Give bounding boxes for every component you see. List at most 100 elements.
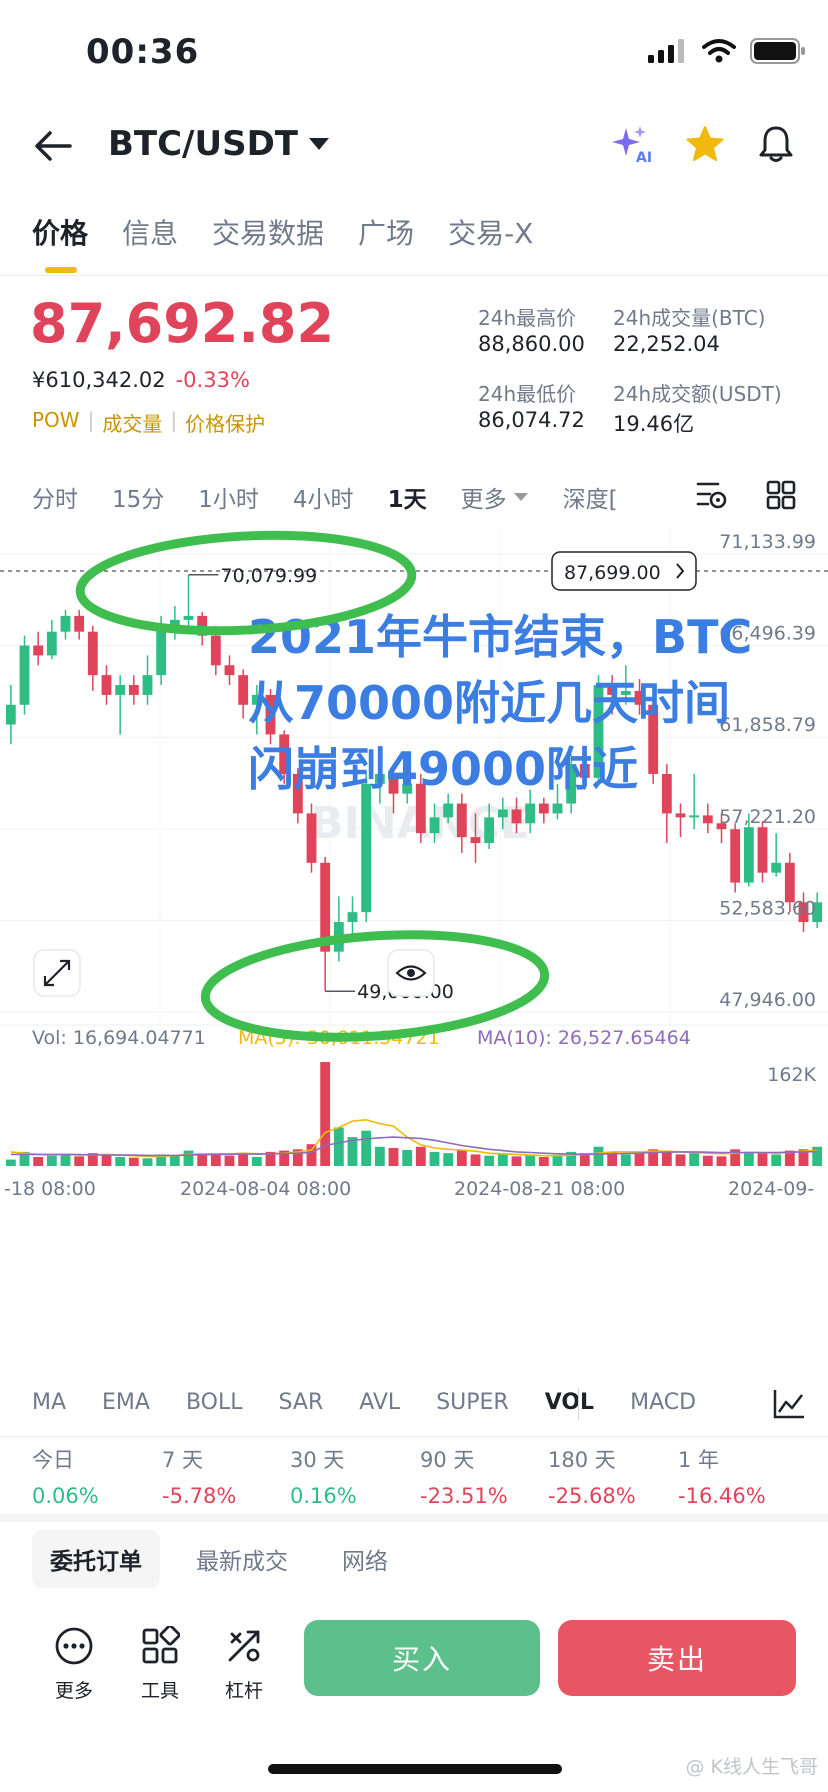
- more-dots-icon: [55, 1627, 93, 1665]
- home-indicator: [268, 1764, 562, 1774]
- candle-body: [210, 635, 221, 666]
- candle-body: [306, 813, 317, 863]
- back-arrow-icon[interactable]: [30, 126, 76, 166]
- bell-icon[interactable]: [758, 125, 794, 163]
- ai-sparkle-icon[interactable]: AI: [610, 124, 652, 164]
- candle-body: [675, 813, 686, 818]
- candle-body: [183, 615, 194, 620]
- interval-1h[interactable]: 1小时: [198, 480, 259, 514]
- y-tick-label: 57,221.20: [719, 806, 816, 828]
- indicator-boll[interactable]: BOLL: [186, 1390, 243, 1415]
- indicator-chart-icon[interactable]: [772, 1388, 806, 1420]
- interval-more-label: 更多: [460, 487, 507, 513]
- volume-bar: [525, 1155, 536, 1166]
- perf-1y: 1 年 -16.46%: [678, 1444, 766, 1508]
- stat-vol-btc-value: 22,252.04: [613, 332, 720, 356]
- volume-bar: [306, 1144, 317, 1166]
- interval-timeline[interactable]: 分时: [32, 480, 78, 514]
- tag-price-protection[interactable]: 价格保护: [185, 408, 265, 437]
- pair-name: BTC/USDT: [108, 124, 298, 164]
- volume-bar: [74, 1156, 85, 1166]
- interval-more[interactable]: 更多: [461, 480, 529, 514]
- sell-button[interactable]: 卖出: [558, 1620, 796, 1696]
- volume-bar: [443, 1153, 454, 1166]
- divider: [578, 1388, 579, 1420]
- tag-pow[interactable]: POW: [32, 408, 80, 437]
- grid-layout-icon[interactable]: [766, 480, 796, 510]
- source-watermark: @ K线人生飞哥: [685, 1756, 819, 1778]
- tab-square[interactable]: 广场: [358, 212, 414, 252]
- buy-button[interactable]: 买入: [304, 1620, 540, 1696]
- indicator-ma[interactable]: MA: [32, 1390, 66, 1415]
- volume-bar: [115, 1157, 126, 1166]
- stat-low-value: 86,074.72: [478, 408, 585, 432]
- indicator-vol[interactable]: VOL: [545, 1390, 594, 1415]
- candle-body: [224, 665, 235, 676]
- order-tabs: 委托订单 最新成交 网络: [32, 1530, 406, 1588]
- perf-value: 0.06%: [32, 1484, 99, 1508]
- volume-bar: [46, 1155, 57, 1166]
- tab-price[interactable]: 价格: [32, 212, 88, 252]
- indicator-avl[interactable]: AVL: [359, 1390, 400, 1415]
- candle-body: [443, 803, 454, 818]
- tools-button[interactable]: 工具: [130, 1624, 190, 1703]
- eye-toggle-button[interactable]: [387, 949, 435, 997]
- candle-body: [689, 815, 700, 818]
- volume-bar: [634, 1153, 645, 1166]
- leverage-button[interactable]: 杠杆: [214, 1626, 274, 1703]
- y-axis: 71,133.9966,496.3961,858.7957,221.2052,5…: [719, 531, 816, 1011]
- interval-1d[interactable]: 1天: [388, 480, 427, 514]
- star-favorite-icon[interactable]: [686, 126, 724, 162]
- volume-bar: [5, 1159, 16, 1166]
- candle-body: [19, 645, 30, 705]
- candle-body: [484, 817, 495, 844]
- candle-body: [115, 685, 126, 695]
- candlestick-chart[interactable]: BINANCE 71,133.9966,496.3961,858.7957,22…: [0, 528, 828, 1328]
- indicator-macd[interactable]: MACD: [630, 1390, 696, 1415]
- volume-bar: [552, 1155, 563, 1166]
- more-button[interactable]: 更多: [44, 1626, 104, 1703]
- volume-bar: [415, 1146, 426, 1166]
- indicator-tabs: MA EMA BOLL SAR AVL SUPER VOL MACD: [32, 1390, 732, 1415]
- perf-label: 180 天: [548, 1448, 616, 1472]
- current-price-tag[interactable]: 87,699.00: [551, 551, 697, 591]
- indicator-ema[interactable]: EMA: [102, 1390, 150, 1415]
- candle-body: [101, 675, 112, 695]
- candle-body: [470, 837, 481, 844]
- x-tick-label: 2024-08-04 08:00: [180, 1178, 351, 1200]
- tab-trading-data[interactable]: 交易数据: [212, 212, 324, 252]
- stat-high-value: 88,860.00: [478, 332, 585, 356]
- interval-4h[interactable]: 4小时: [293, 480, 354, 514]
- volume-bar: [361, 1130, 372, 1166]
- chart-settings-icon[interactable]: [696, 480, 728, 510]
- expand-chart-button[interactable]: [33, 949, 81, 997]
- volume-bar: [743, 1151, 754, 1166]
- tab-info[interactable]: 信息: [122, 212, 178, 252]
- interval-depth[interactable]: 深度[: [563, 480, 618, 514]
- candle-body: [552, 803, 563, 814]
- candle-body: [511, 809, 522, 824]
- tab-trade-x[interactable]: 交易-X: [448, 212, 533, 252]
- tag-volume[interactable]: 成交量: [102, 408, 162, 437]
- candle-body: [87, 631, 98, 676]
- volume-bar: [429, 1151, 440, 1166]
- tab-open-orders[interactable]: 委托订单: [32, 1530, 160, 1588]
- tag-separator: |: [170, 408, 178, 432]
- perf-label: 今日: [32, 1448, 74, 1472]
- candle-body: [142, 675, 153, 695]
- perf-value: 0.16%: [290, 1484, 357, 1508]
- interval-15m[interactable]: 15分: [112, 480, 164, 514]
- x-axis: -18 08:00 2024-08-04 08:00 2024-08-21 08…: [4, 1178, 814, 1200]
- indicator-super[interactable]: SUPER: [436, 1390, 509, 1415]
- candle-body: [702, 815, 713, 824]
- tab-latest-trades[interactable]: 最新成交: [178, 1530, 306, 1588]
- pair-selector[interactable]: BTC/USDT: [108, 124, 330, 164]
- tab-grid[interactable]: 网络: [324, 1530, 406, 1588]
- high-price-label: 70,079.99: [221, 565, 318, 587]
- volume-bar: [128, 1157, 139, 1166]
- candle-body: [784, 862, 795, 903]
- svg-text:AI: AI: [636, 150, 652, 164]
- indicator-sar[interactable]: SAR: [279, 1390, 324, 1415]
- candle-body: [238, 675, 249, 705]
- candle-body: [361, 783, 372, 913]
